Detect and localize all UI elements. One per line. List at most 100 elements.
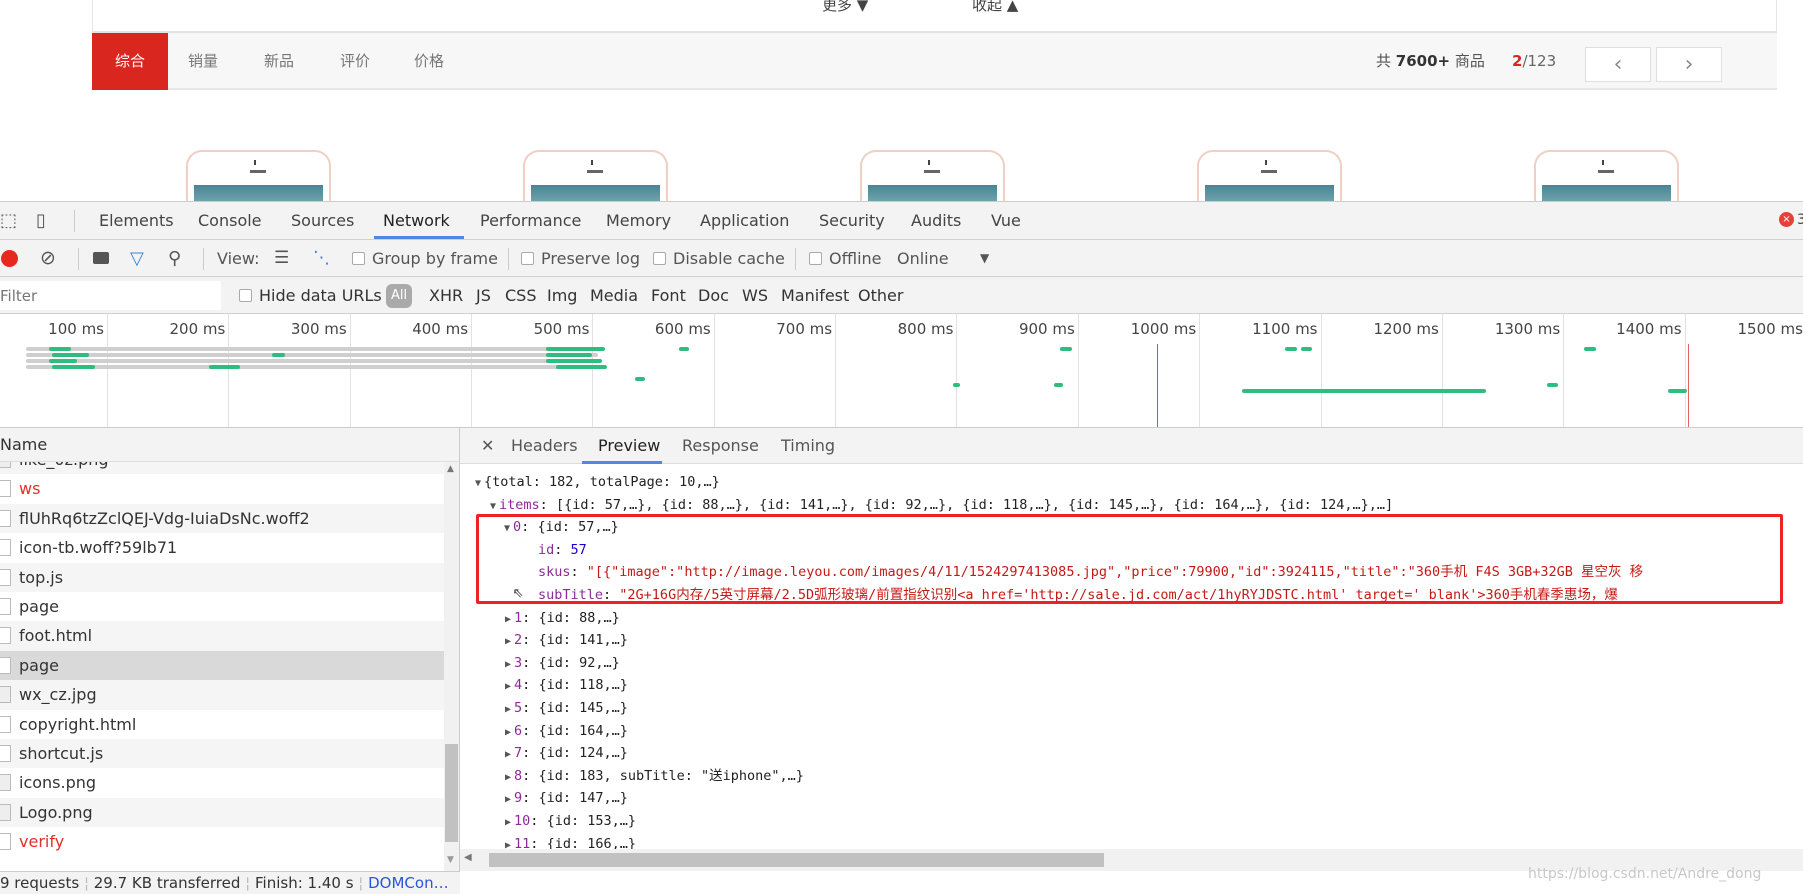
expand-triangle-icon[interactable]: ▶ — [505, 659, 511, 670]
expand-triangle-icon[interactable]: ▶ — [505, 772, 511, 783]
scrollbar-thumb[interactable] — [445, 744, 458, 842]
expand-triangle-icon[interactable]: ▶ — [505, 614, 511, 625]
tab-application[interactable]: Application — [700, 202, 789, 239]
filter-type-all[interactable]: All — [386, 284, 412, 308]
chevron-down-icon[interactable]: ▼ — [980, 240, 989, 277]
sort-reviews[interactable]: 评价 — [340, 33, 370, 90]
collapse-link[interactable]: 收起 ▲ — [972, 0, 1018, 15]
filter-type-media[interactable]: Media — [590, 277, 638, 314]
clear-icon[interactable]: ⊘ — [40, 240, 56, 277]
scroll-up-icon[interactable]: ▲ — [447, 464, 454, 474]
request-row[interactable]: Logo.png — [0, 797, 444, 828]
filter-type-js[interactable]: JS — [476, 277, 491, 314]
tree-item[interactable]: ▶ 8: {id: 183, subTitle: "送iphone",…} — [505, 765, 804, 787]
expand-triangle-icon[interactable]: ▼ — [475, 478, 481, 489]
tab-vue[interactable]: Vue — [991, 202, 1021, 239]
request-row[interactable]: foot.html — [0, 621, 444, 651]
offline-checkbox[interactable]: Offline — [809, 240, 882, 277]
product-image[interactable] — [1197, 150, 1342, 202]
tree-item[interactable]: ▶ 9: {id: 147,…} — [505, 787, 628, 809]
request-row[interactable]: icons.png — [0, 768, 444, 797]
expand-triangle-icon[interactable]: ▶ — [505, 681, 511, 692]
request-row[interactable]: page — [0, 592, 444, 621]
filter-type-manifest[interactable]: Manifest — [781, 277, 849, 314]
close-icon[interactable]: ✕ — [481, 428, 494, 464]
tree-item[interactable]: ▶ 7: {id: 124,…} — [505, 742, 628, 764]
error-icon[interactable]: × — [1779, 212, 1794, 227]
tab-performance[interactable]: Performance — [480, 202, 581, 239]
tab-headers[interactable]: Headers — [511, 428, 578, 464]
prev-page-button[interactable]: ‹ — [1585, 47, 1651, 82]
screenshot-camera-icon[interactable] — [93, 252, 109, 264]
filter-icon[interactable]: ▽ — [130, 240, 144, 277]
disable-cache-checkbox[interactable]: Disable cache — [653, 240, 785, 277]
tree-item[interactable]: ▶ 6: {id: 164,…} — [505, 720, 628, 742]
filter-type-other[interactable]: Other — [858, 277, 903, 314]
product-image[interactable] — [523, 150, 668, 202]
filter-type-font[interactable]: Font — [651, 277, 686, 314]
request-row[interactable]: icon-tb.woff?59lb71 — [0, 533, 444, 562]
expand-triangle-icon[interactable]: ▼ — [490, 501, 496, 512]
filter-type-img[interactable]: Img — [547, 277, 577, 314]
search-icon[interactable]: ⚲ — [168, 240, 181, 277]
network-overview-timeline[interactable]: 100 ms 200 ms 300 ms 400 ms 500 ms 600 ms 700 … — [0, 314, 1803, 428]
large-rows-icon[interactable]: ☰ — [274, 240, 289, 277]
request-row[interactable]: page — [0, 650, 444, 681]
filter-type-xhr[interactable]: XHR — [429, 277, 463, 314]
tree-item[interactable]: ▶ 5: {id: 145,…} — [505, 697, 628, 719]
tree-item[interactable]: ▶ 3: {id: 92,…} — [505, 652, 620, 674]
tree-root[interactable]: ▼ {total: 182, totalPage: 10,…} — [475, 471, 720, 493]
request-list-scrollbar[interactable]: ▲ ▼ — [444, 462, 459, 871]
hide-data-urls-checkbox[interactable]: Hide data URLs — [239, 277, 382, 314]
preserve-log-checkbox[interactable]: Preserve log — [521, 240, 640, 277]
waterfall-icon[interactable]: ⋱ — [313, 240, 330, 277]
sort-new[interactable]: 新品 — [264, 33, 294, 90]
tab-network[interactable]: Network — [383, 202, 450, 239]
tab-preview[interactable]: Preview — [598, 428, 660, 464]
tree-field-skus[interactable]: skus: "[{"image":"http://image.leyou.com… — [538, 561, 1643, 583]
tab-memory[interactable]: Memory — [606, 202, 671, 239]
expand-triangle-icon[interactable]: ▶ — [505, 817, 511, 828]
scroll-left-icon[interactable]: ◀ — [464, 852, 472, 863]
group-by-frame-checkbox[interactable]: Group by frame — [352, 240, 498, 277]
tab-response[interactable]: Response — [682, 428, 759, 464]
device-toolbar-icon[interactable]: ▯ — [36, 202, 46, 239]
tab-security[interactable]: Security — [819, 202, 885, 239]
tab-timing[interactable]: Timing — [781, 428, 835, 464]
expand-triangle-icon[interactable]: ▶ — [505, 749, 511, 760]
more-link[interactable]: 更多 ▼ — [822, 0, 868, 15]
throttling-select[interactable]: Online — [897, 240, 949, 277]
expand-triangle-icon[interactable]: ▶ — [505, 636, 511, 647]
filter-type-doc[interactable]: Doc — [698, 277, 729, 314]
tree-item[interactable]: ▶ 10: {id: 153,…} — [505, 810, 636, 832]
name-column-header[interactable]: Name — [0, 428, 459, 462]
filter-type-ws[interactable]: WS — [742, 277, 768, 314]
expand-triangle-icon[interactable]: ▶ — [505, 727, 511, 738]
next-page-button[interactable]: › — [1656, 47, 1722, 82]
sort-sales[interactable]: 销量 — [188, 33, 218, 90]
sort-comprehensive[interactable]: 综合 — [92, 33, 168, 90]
tab-console[interactable]: Console — [198, 202, 262, 239]
expand-triangle-icon[interactable]: ▶ — [505, 840, 511, 849]
filter-input[interactable] — [0, 281, 221, 310]
request-row[interactable]: like_0z.png — [0, 462, 444, 475]
error-count[interactable]: 3 — [1797, 202, 1803, 239]
tree-item[interactable]: ▶ 4: {id: 118,…} — [505, 674, 628, 696]
tree-field-id[interactable]: id: 57 — [538, 539, 587, 561]
filter-type-css[interactable]: CSS — [505, 277, 536, 314]
tree-items[interactable]: ▼ items: [{id: 57,…}, {id: 88,…}, {id: 14… — [490, 494, 1393, 516]
request-row[interactable]: flUhRq6tzZclQEJ-Vdg-IuiaDsNc.woff2 — [0, 503, 444, 534]
tree-field-subtitle[interactable]: subTitle: "2G+16G内存/5英寸屏幕/2.5D弧形玻璃/前置指纹识… — [538, 584, 1618, 606]
request-row[interactable]: verify — [0, 827, 444, 856]
tree-item[interactable]: ▶ 1: {id: 88,…} — [505, 607, 620, 629]
scroll-down-icon[interactable]: ▼ — [447, 855, 454, 865]
request-row[interactable]: wx_cz.jpg — [0, 680, 444, 710]
request-row[interactable]: copyright.html — [0, 710, 444, 739]
tree-item[interactable]: ▶ 2: {id: 141,…} — [505, 629, 628, 651]
tab-elements[interactable]: Elements — [99, 202, 174, 239]
inspect-icon[interactable]: ⬚ — [0, 202, 17, 239]
request-row[interactable]: top.js — [0, 562, 444, 592]
product-image[interactable] — [860, 150, 1005, 202]
product-image[interactable] — [186, 150, 331, 202]
tree-item[interactable]: ▶ 11: {id: 166,…} — [505, 833, 636, 849]
